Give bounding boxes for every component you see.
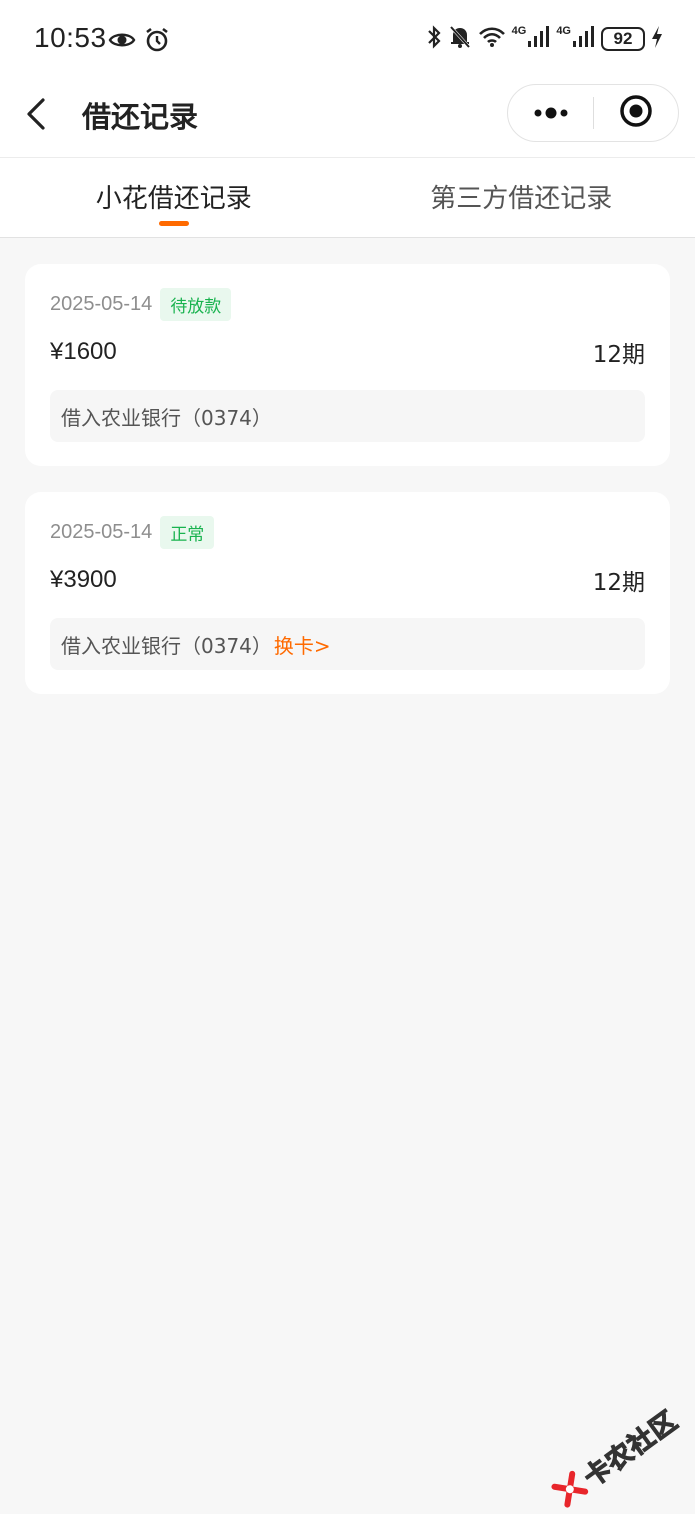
back-button[interactable] bbox=[14, 94, 58, 138]
status-bar: 10:53 4G 4G bbox=[0, 0, 695, 78]
chevron-left-icon bbox=[25, 97, 47, 135]
status-time: 10:53 bbox=[34, 22, 107, 54]
change-card-link[interactable]: 换卡> bbox=[274, 630, 331, 659]
bank-account-label: 借入农业银行（0374） bbox=[61, 402, 272, 431]
watermark: 卡农社区 bbox=[548, 1401, 685, 1514]
record-date: 2025-05-14 bbox=[50, 293, 152, 316]
record-list: 2025-05-14 待放款 ¥1600 12期 借入农业银行（0374） 20… bbox=[0, 238, 695, 746]
more-button[interactable] bbox=[508, 85, 593, 141]
wifi-icon bbox=[478, 25, 506, 53]
signal-icon bbox=[573, 25, 595, 53]
loan-term: 12期 bbox=[593, 335, 645, 369]
status-badge: 正常 bbox=[160, 516, 214, 549]
loan-amount: ¥1600 bbox=[50, 338, 117, 366]
close-miniprogram-button[interactable] bbox=[594, 85, 678, 141]
nav-bar: 借还记录 bbox=[0, 78, 695, 158]
target-close-icon bbox=[619, 94, 653, 132]
eye-icon bbox=[108, 26, 136, 58]
battery-icon: 92 bbox=[601, 27, 645, 51]
status-badge: 待放款 bbox=[160, 288, 231, 321]
page-title: 借还记录 bbox=[82, 94, 198, 136]
network-type-1: 4G bbox=[512, 25, 527, 37]
record-tabs: 小花借还记录 第三方借还记录 bbox=[0, 158, 695, 238]
record-card[interactable]: 2025-05-14 正常 ¥3900 12期 借入农业银行（0374） 换卡> bbox=[25, 492, 670, 694]
more-dots-icon bbox=[533, 104, 569, 123]
tab-active-indicator bbox=[159, 221, 189, 226]
tab-third-party-records[interactable]: 第三方借还记录 bbox=[348, 158, 695, 237]
bank-info: 借入农业银行（0374） 换卡> bbox=[50, 618, 645, 670]
watermark-text: 卡农社区 bbox=[575, 1401, 684, 1494]
loan-term: 12期 bbox=[593, 563, 645, 597]
bank-info: 借入农业银行（0374） bbox=[50, 390, 645, 442]
tab-label: 第三方借还记录 bbox=[430, 178, 612, 215]
network-type-2: 4G bbox=[556, 25, 571, 37]
charging-icon bbox=[651, 25, 663, 53]
bell-off-icon bbox=[448, 24, 472, 54]
miniprogram-capsule bbox=[507, 84, 679, 142]
tab-xiaohua-records[interactable]: 小花借还记录 bbox=[0, 158, 348, 237]
signal-icon bbox=[528, 25, 550, 53]
record-card[interactable]: 2025-05-14 待放款 ¥1600 12期 借入农业银行（0374） bbox=[25, 264, 670, 466]
loan-amount: ¥3900 bbox=[50, 566, 117, 594]
alarm-icon bbox=[144, 26, 170, 58]
bank-account-label: 借入农业银行（0374） bbox=[61, 630, 272, 659]
bluetooth-icon bbox=[426, 24, 442, 54]
tab-label: 小花借还记录 bbox=[96, 178, 252, 215]
record-date: 2025-05-14 bbox=[50, 521, 152, 544]
